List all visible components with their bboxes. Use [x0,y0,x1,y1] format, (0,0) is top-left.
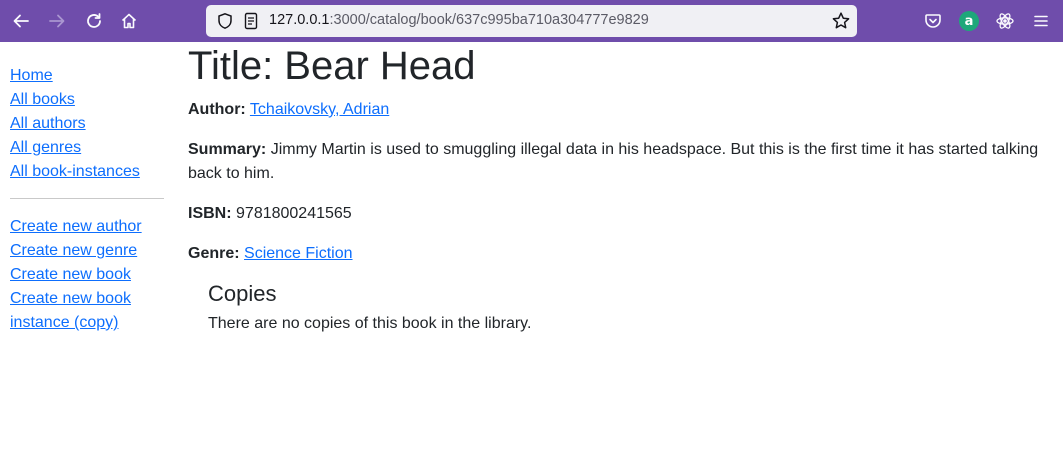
forward-arrow-icon[interactable] [43,7,71,35]
genre-link[interactable]: Science Fiction [244,245,353,262]
genre-field: Genre: Science Fiction [188,242,1048,266]
sidebar: Home All books All authors All genres Al… [10,64,164,335]
author-link[interactable]: Tchaikovsky, Adrian [250,101,389,118]
url-host: 127.0.0.1 [269,12,330,28]
url-bar[interactable]: 127.0.0.1:3000/catalog/book/637c995ba710… [206,5,857,37]
nav-all-book-instances-link[interactable]: All book-instances [10,163,140,180]
create-links: Create new author Create new genre Creat… [10,215,164,335]
nav-all-genres-link[interactable]: All genres [10,139,81,156]
browser-toolbar: 127.0.0.1:3000/catalog/book/637c995ba710… [0,0,1063,42]
bookmark-star-icon[interactable] [831,11,851,36]
create-author-link[interactable]: Create new author [10,218,142,235]
summary-field: Summary: Jimmy Martin is used to smuggli… [188,138,1048,186]
nav-item: Create new book [10,263,164,287]
author-label: Author: [188,101,246,118]
pocket-icon[interactable] [919,7,947,35]
summary-text: Jimmy Martin is used to smuggling illega… [188,141,1039,182]
copies-empty-message: There are no copies of this book in the … [208,315,532,332]
url-text: 127.0.0.1:3000/catalog/book/637c995ba710… [269,12,649,28]
create-book-link[interactable]: Create new book [10,266,131,283]
genre-label: Genre: [188,245,240,262]
home-icon[interactable] [115,7,143,35]
nav-item: All books [10,88,164,112]
copies-heading: Copies [208,281,277,306]
shield-icon[interactable] [216,12,234,35]
extension-badge-icon[interactable]: a [955,7,983,35]
url-path: :3000/catalog/book/637c995ba710a304777e9… [329,12,649,28]
nav-all-authors-link[interactable]: All authors [10,115,86,132]
reload-icon[interactable] [80,7,108,35]
nav-home-link[interactable]: Home [10,67,53,84]
back-arrow-icon[interactable] [7,7,35,35]
nav-item: Home [10,64,164,88]
nav-item: Create new author [10,215,164,239]
nav-item: Create new genre [10,239,164,263]
author-field: Author: Tchaikovsky, Adrian [188,98,1048,122]
create-book-instance-link[interactable]: Create new book instance (copy) [10,290,131,331]
copies-section: Copies There are no copies of this book … [208,280,1048,336]
isbn-value: 9781800241565 [236,205,352,222]
nav-links: Home All books All authors All genres Al… [10,64,164,184]
react-devtools-icon[interactable] [991,7,1019,35]
hamburger-menu-icon[interactable] [1027,7,1055,35]
nav-item: All book-instances [10,160,164,184]
page-info-icon[interactable] [242,12,260,35]
extension-badge-letter: a [959,11,979,31]
page-title: Title: Bear Head [188,44,476,88]
isbn-label: ISBN: [188,205,232,222]
nav-item: All authors [10,112,164,136]
book-detail: Title: Bear Head Author: Tchaikovsky, Ad… [188,44,1048,336]
nav-item: Create new book instance (copy) [10,287,164,335]
summary-label: Summary: [188,141,267,158]
nav-all-books-link[interactable]: All books [10,91,75,108]
nav-item: All genres [10,136,164,160]
create-genre-link[interactable]: Create new genre [10,242,137,259]
sidebar-divider [10,198,164,199]
isbn-field: ISBN: 9781800241565 [188,202,1048,226]
